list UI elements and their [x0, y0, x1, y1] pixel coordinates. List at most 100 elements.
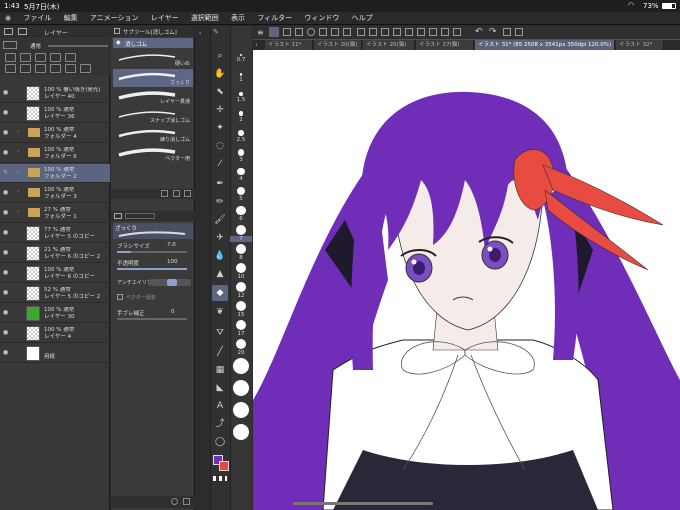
brush-size-dot[interactable]	[235, 225, 247, 236]
layer-property-icon[interactable]	[4, 28, 13, 35]
brush-size-dot[interactable]	[235, 301, 247, 312]
document-tab[interactable]: イラスト 11*	[265, 40, 313, 50]
brush-size-value[interactable]: 15	[230, 312, 252, 318]
pen-tool-icon[interactable]: ✒	[212, 176, 228, 192]
brush-item[interactable]: 練り消しゴム	[113, 126, 193, 144]
ruler-tool-icon[interactable]: ◣	[212, 380, 228, 396]
visibility-eye-icon[interactable]: ●	[3, 269, 11, 276]
canvas-scrollbar[interactable]	[293, 502, 433, 505]
move-layer-icon[interactable]: ✛	[212, 102, 228, 118]
visibility-eye-icon[interactable]: ●	[3, 309, 11, 316]
palette-icon[interactable]	[65, 53, 76, 62]
brush-size-dot[interactable]	[236, 206, 246, 216]
brush-size-dot[interactable]	[233, 358, 249, 374]
layer-row[interactable]: ● › 100 % 通常 フォルダー 6	[0, 144, 110, 163]
brush-size-dot[interactable]	[237, 168, 245, 176]
visibility-eye-icon[interactable]: ●	[3, 229, 11, 236]
lasso-icon[interactable]: ◌	[212, 138, 228, 154]
collapse-arrow-icon[interactable]: ‹	[199, 30, 201, 37]
layer-row[interactable]: ● 77 % 通常 レイヤー 5 のコピー	[0, 224, 110, 243]
brush-item[interactable]: ベクター用	[113, 145, 193, 163]
delete-layer-icon[interactable]	[80, 64, 91, 73]
redo-icon[interactable]: ↷	[489, 27, 497, 37]
zoom-tool-icon[interactable]: ⌕	[212, 48, 228, 64]
balloon-tool-icon[interactable]: ◯	[212, 434, 228, 450]
brush-size-dot[interactable]	[233, 402, 249, 418]
copy-subtool-icon[interactable]	[161, 190, 168, 197]
brush-tool-icon[interactable]: 🖌	[212, 212, 228, 228]
delete-subtool-icon[interactable]	[184, 190, 191, 197]
new-folder-icon[interactable]	[35, 64, 46, 73]
tool-property-icon[interactable]	[114, 213, 122, 219]
visibility-eye-icon[interactable]: ●	[3, 289, 11, 296]
tool-property-tab[interactable]	[125, 213, 155, 219]
pen-settings-icon[interactable]: ✎	[213, 28, 219, 36]
clear-icon[interactable]	[369, 28, 377, 36]
brush-size-value[interactable]: 1	[230, 77, 252, 83]
brush-item[interactable]: スナップ消しゴム	[113, 107, 193, 125]
menu-animation[interactable]: アニメーション	[85, 12, 144, 25]
layer-row[interactable]: ✎ › 100 % 通常 フォルダー 2	[0, 164, 110, 183]
blend-mode-label[interactable]: 通常	[30, 42, 41, 50]
subtool-menu-icon[interactable]	[114, 28, 120, 34]
print-icon[interactable]	[331, 28, 339, 36]
layer-row[interactable]: ● 52 % 通常 レイヤー 5 のコピー 2	[0, 284, 110, 303]
open-icon[interactable]	[295, 28, 303, 36]
sub-color-swatch[interactable]	[219, 461, 229, 471]
airbrush-icon[interactable]: ✈	[212, 230, 228, 246]
brush-size-dot[interactable]	[240, 54, 242, 56]
visibility-eye-icon[interactable]: ●	[3, 209, 11, 216]
operation-tool-icon[interactable]: ⬉	[212, 84, 228, 100]
invert-selection-icon[interactable]	[417, 28, 425, 36]
folder-expand-icon[interactable]: ›	[17, 149, 19, 156]
document-tab[interactable]: イラスト 27(猫)	[416, 40, 474, 50]
brush-size-value[interactable]: 17	[230, 331, 252, 337]
snap-ruler-icon[interactable]	[429, 28, 437, 36]
hide-palettes-icon[interactable]	[515, 28, 523, 36]
deselect-icon[interactable]	[405, 28, 413, 36]
correction-line-icon[interactable]: ⤴	[212, 416, 228, 432]
tab-scroll-icon[interactable]: ‹	[255, 41, 258, 49]
subtool-group-tab[interactable]: ◆ 消しゴム	[113, 38, 193, 48]
reference-icon[interactable]	[35, 53, 46, 62]
fill-selection-icon[interactable]	[393, 28, 401, 36]
correction-slider[interactable]	[117, 318, 187, 320]
vector-erase-checkbox[interactable]	[117, 294, 123, 300]
brush-size-dot[interactable]	[235, 282, 247, 293]
brush-size-dot[interactable]	[233, 424, 249, 440]
brush-size-value[interactable]: 5	[230, 196, 252, 202]
layer-row[interactable]: ● 100 % 通常 レイヤー 6 のコピー	[0, 264, 110, 283]
reset-property-icon[interactable]	[183, 498, 190, 505]
eraser-tool-icon[interactable]: ◆	[212, 285, 228, 301]
transparent-color-icon[interactable]	[213, 476, 227, 481]
magic-wand-icon[interactable]: ✦	[212, 120, 228, 136]
antialias-selector[interactable]	[149, 279, 191, 286]
fill-tool-icon[interactable]: ▲	[212, 266, 228, 282]
brush-item[interactable]: 硬いめ	[113, 50, 193, 68]
app-icon[interactable]: ◉	[0, 12, 16, 25]
save-icon[interactable]	[307, 28, 315, 36]
brush-size-value[interactable]: 6	[230, 216, 252, 222]
fit-window-icon[interactable]	[503, 28, 511, 36]
brush-size-dot[interactable]	[238, 111, 244, 116]
layer-row[interactable]: ● 100 % 覆い焼き(発光) レイヤー 40	[0, 84, 110, 103]
text-tool-icon[interactable]: A	[212, 398, 228, 414]
brush-size-value[interactable]: 12	[230, 293, 252, 299]
opacity-row[interactable]: 不透明度 100	[113, 258, 193, 272]
visibility-eye-icon[interactable]: ●	[3, 329, 11, 336]
eyedropper-icon[interactable]: ⁄	[212, 156, 228, 172]
brush-size-value[interactable]: 1.5	[230, 97, 252, 103]
brush-size-value[interactable]: 0.7	[230, 57, 252, 63]
add-property-icon[interactable]	[171, 498, 178, 505]
layer-row[interactable]: ● › 27 % 通常 フォルダー 1	[0, 204, 110, 223]
menu-help[interactable]: ヘルプ	[347, 12, 378, 25]
brush-size-dot[interactable]	[235, 263, 247, 274]
new-vector-icon[interactable]	[20, 64, 31, 73]
brush-size-value[interactable]: 7	[230, 236, 252, 243]
editing-pen-icon[interactable]: ✎	[3, 169, 11, 176]
opacity-bar[interactable]	[117, 268, 187, 270]
menu-edit[interactable]: 編集	[59, 12, 83, 25]
undo-icon[interactable]: ↶	[475, 27, 483, 37]
brush-size-value[interactable]: 8	[230, 255, 252, 261]
brush-size-value[interactable]: 2.5	[230, 137, 252, 143]
